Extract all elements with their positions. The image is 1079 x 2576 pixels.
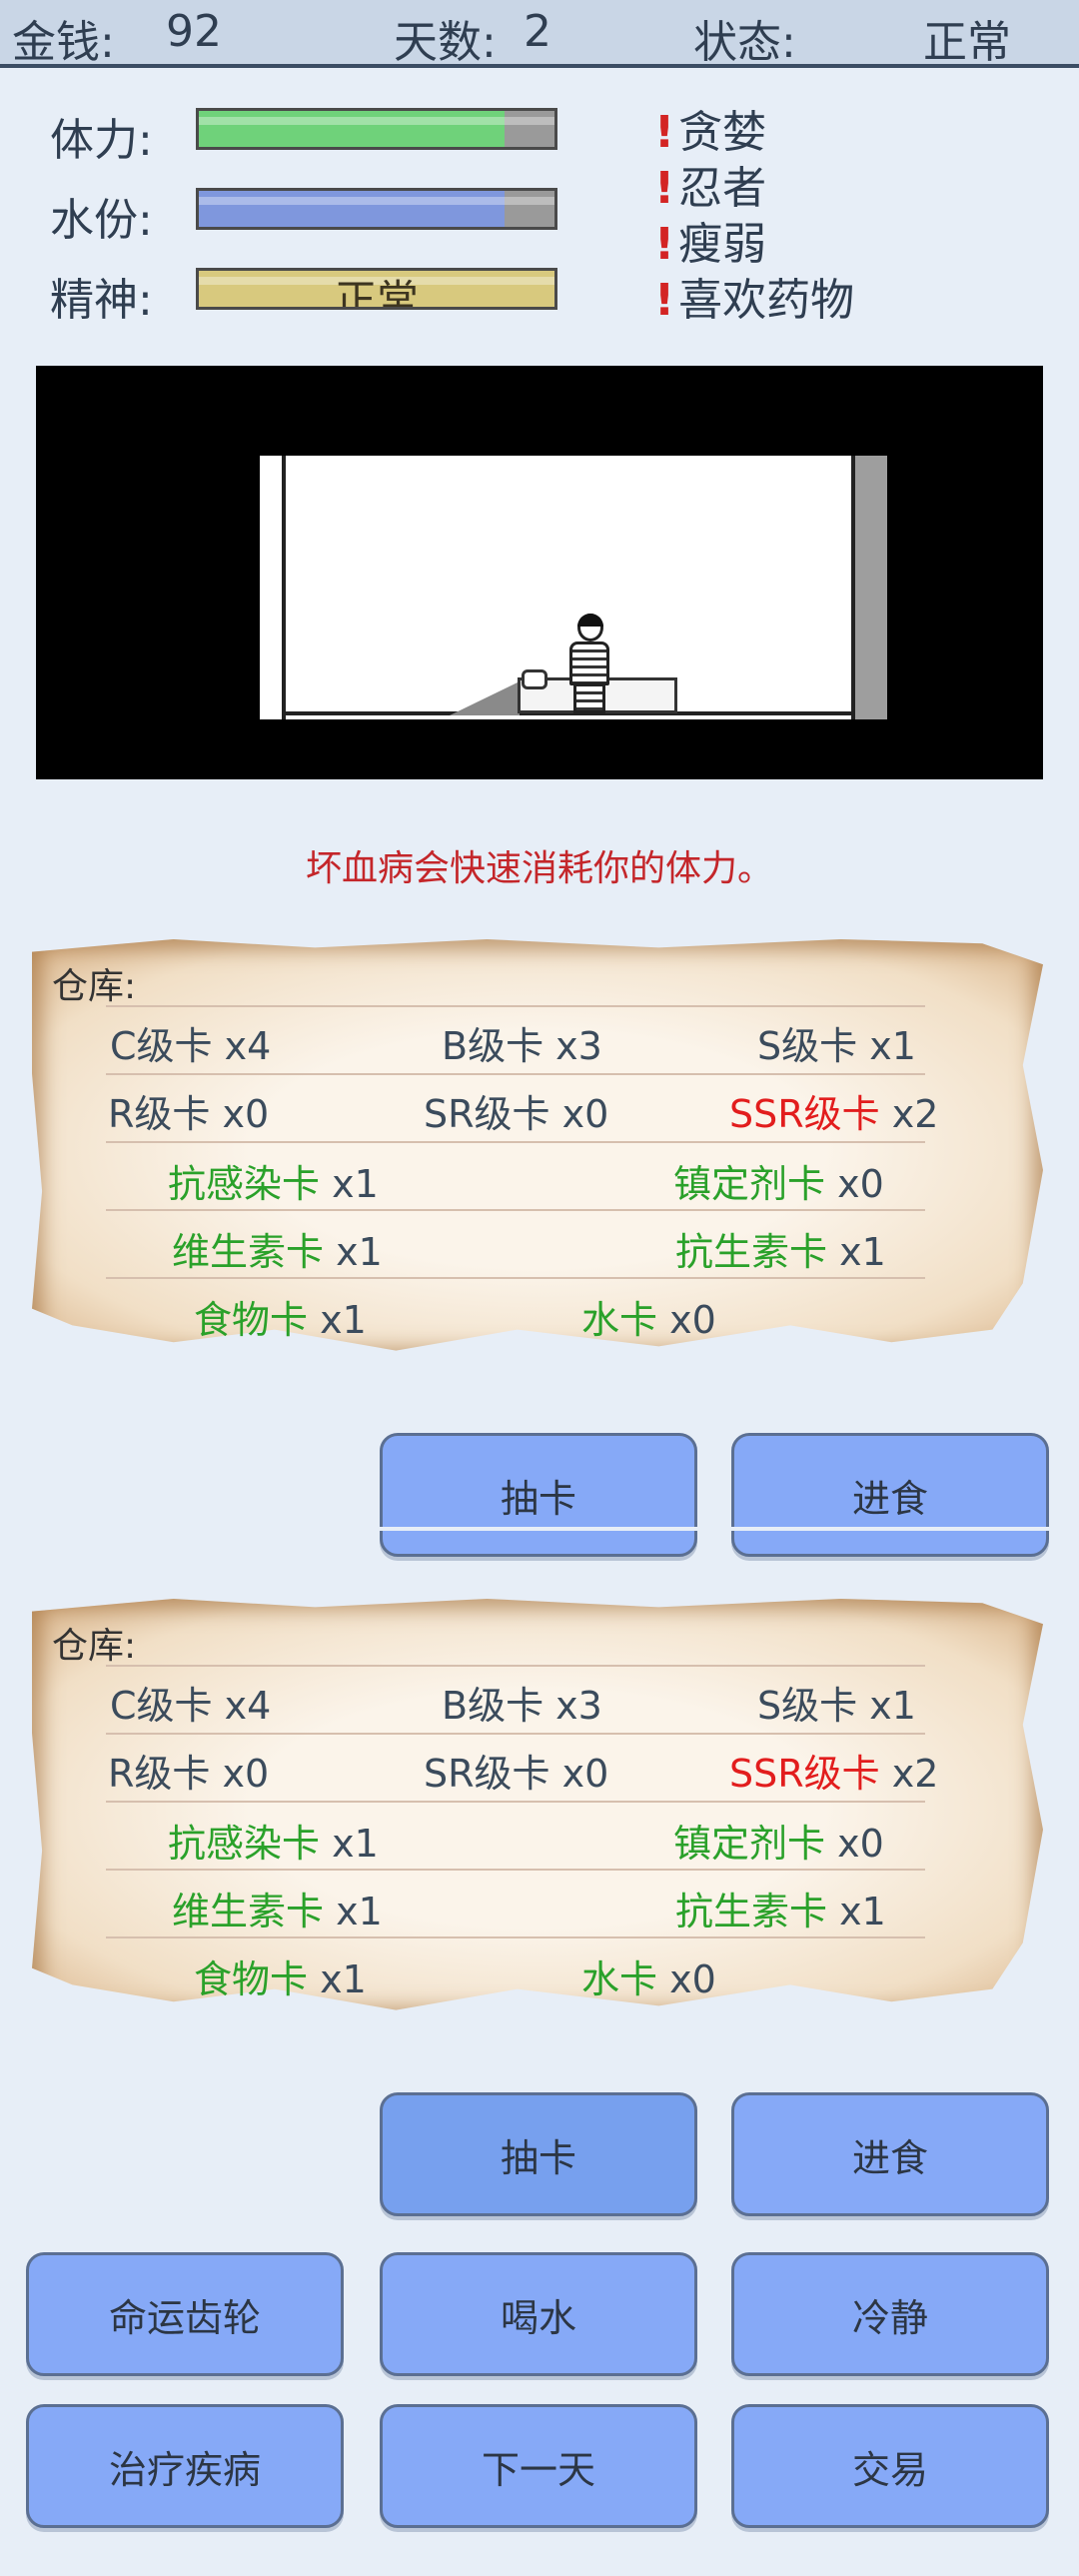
- state-label: 状态:: [693, 17, 796, 68]
- fate-gear-button[interactable]: 命运齿轮: [26, 2252, 344, 2376]
- card-count: 食物卡 x1: [194, 1957, 367, 2001]
- card-count: R级卡 x0: [108, 1092, 270, 1136]
- spirit-label: 精神:: [50, 275, 153, 326]
- card-count: S级卡 x1: [757, 1684, 916, 1728]
- card-count: 维生素卡 x1: [172, 1890, 383, 1933]
- room-scene: [36, 366, 1043, 779]
- treat-disease-button[interactable]: 治疗疾病: [26, 2404, 344, 2528]
- spirit-bar-text: 正常: [334, 276, 419, 310]
- stamina-label: 体力:: [50, 115, 153, 166]
- money-label: 金钱:: [12, 17, 115, 68]
- draw-card-button[interactable]: 抽卡: [380, 1433, 697, 1557]
- status-message: 坏血病会快速消耗你的体力。: [305, 848, 773, 889]
- card-count: 镇定剂卡 x0: [673, 1822, 884, 1866]
- card-count: SSR级卡 x2: [729, 1752, 939, 1796]
- warehouse-label: 仓库:: [52, 966, 137, 1007]
- warning-icon: !: [654, 163, 675, 214]
- card-count: 抗感染卡 x1: [168, 1822, 379, 1866]
- trait-item: !喜欢药物: [654, 275, 855, 326]
- trait-item: !瘦弱: [654, 219, 767, 270]
- warning-icon: !: [654, 275, 675, 326]
- card-count: 食物卡 x1: [194, 1298, 367, 1342]
- card-count: SSR级卡 x2: [729, 1092, 939, 1136]
- card-count: 抗生素卡 x1: [675, 1890, 886, 1933]
- card-count: S级卡 x1: [757, 1024, 916, 1068]
- trait-item: !贪婪: [654, 107, 767, 158]
- calm-button[interactable]: 冷静: [731, 2252, 1049, 2376]
- water-bar: [196, 188, 557, 230]
- next-day-button[interactable]: 下一天: [380, 2404, 697, 2528]
- state-value: 正常: [923, 17, 1011, 68]
- days-value: 2: [524, 6, 551, 57]
- card-count: SR级卡 x0: [424, 1092, 609, 1136]
- card-count: 水卡 x0: [581, 1298, 716, 1342]
- warning-icon: !: [654, 107, 675, 158]
- money-value: 92: [166, 6, 222, 57]
- card-count: 维生素卡 x1: [172, 1230, 383, 1274]
- status-bar: 金钱: 92 天数: 2 状态: 正常: [0, 0, 1079, 68]
- card-count: R级卡 x0: [108, 1752, 270, 1796]
- warning-icon: !: [654, 219, 675, 270]
- water-label: 水份:: [50, 195, 153, 246]
- stamina-bar: [196, 108, 557, 150]
- card-count: C级卡 x4: [110, 1684, 272, 1728]
- days-label: 天数:: [394, 17, 497, 68]
- trait-item: !忍者: [654, 163, 767, 214]
- card-count: 抗生素卡 x1: [675, 1230, 886, 1274]
- warehouse-panel: [32, 1599, 1043, 2010]
- card-count: SR级卡 x0: [424, 1752, 609, 1796]
- eat-button[interactable]: 进食: [731, 2092, 1049, 2216]
- card-count: B级卡 x3: [442, 1684, 602, 1728]
- spirit-bar: 正常: [196, 268, 557, 310]
- warehouse-label: 仓库:: [52, 1626, 137, 1667]
- card-count: 抗感染卡 x1: [168, 1162, 379, 1206]
- room: [260, 456, 887, 719]
- card-count: C级卡 x4: [110, 1024, 272, 1068]
- eat-button[interactable]: 进食: [731, 1433, 1049, 1557]
- warehouse-panel: [32, 939, 1043, 1351]
- card-count: 镇定剂卡 x0: [673, 1162, 884, 1206]
- card-count: B级卡 x3: [442, 1024, 602, 1068]
- card-count: 水卡 x0: [581, 1957, 716, 2001]
- trade-button[interactable]: 交易: [731, 2404, 1049, 2528]
- drink-button[interactable]: 喝水: [380, 2252, 697, 2376]
- prisoner-figure: [569, 642, 609, 685]
- draw-card-button[interactable]: 抽卡: [380, 2092, 697, 2216]
